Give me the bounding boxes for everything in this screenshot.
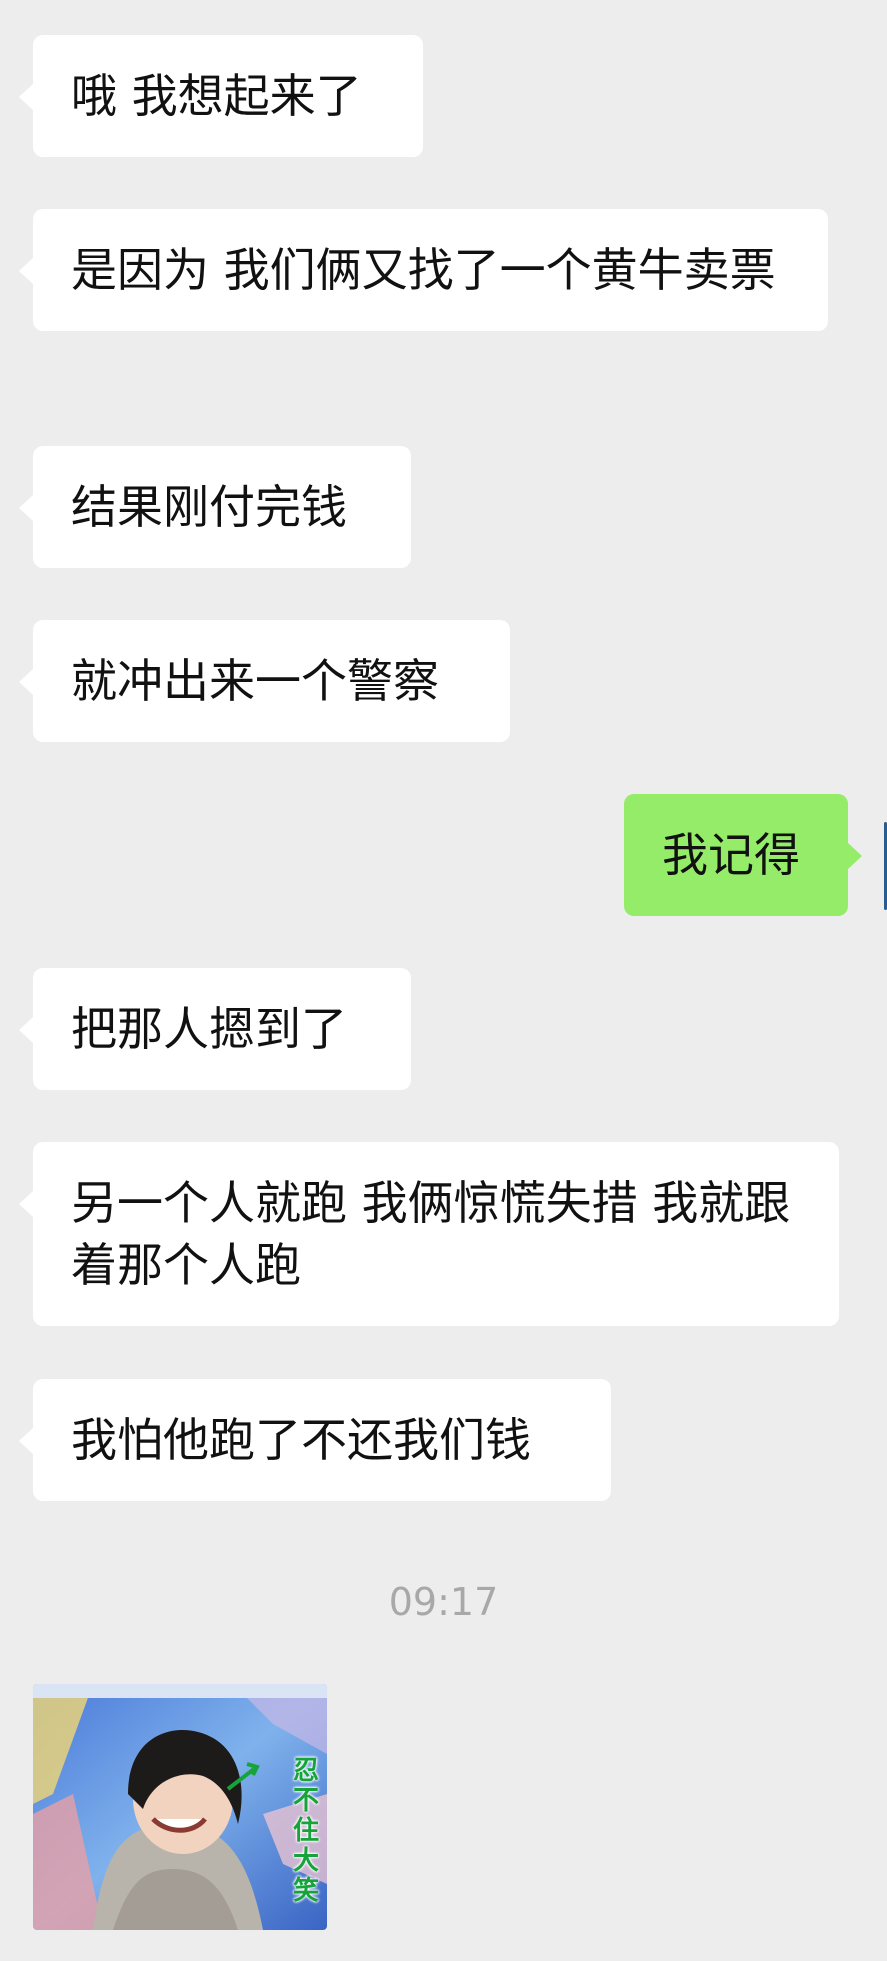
message-timestamp: 09:17 xyxy=(388,1580,499,1624)
sticker-image[interactable]: 忍不住大笑 xyxy=(33,1684,327,1930)
message-bubble-received[interactable]: 哦 我想起来了 xyxy=(19,35,423,157)
message-bubble-received[interactable]: 就冲出来一个警察 xyxy=(19,620,510,742)
message-bubble-sent[interactable]: 我记得 xyxy=(624,794,862,916)
message-bubble-received[interactable]: 另一个人就跑 我俩惊慌失措 我就跟着那个人跑 xyxy=(19,1142,839,1326)
message-bubble-received[interactable]: 把那人摁到了 xyxy=(19,968,411,1090)
chat-message-area[interactable]: 哦 我想起来了 是因为 我们俩又找了一个黄牛卖票 结果刚付完钱 就冲出来一个警察… xyxy=(0,0,887,1961)
sticker-illustration xyxy=(33,1684,327,1930)
message-bubble-received[interactable]: 我怕他跑了不还我们钱 xyxy=(19,1379,611,1501)
message-bubble-received[interactable]: 结果刚付完钱 xyxy=(19,446,411,568)
message-bubble-received[interactable]: 是因为 我们俩又找了一个黄牛卖票 xyxy=(19,209,828,331)
sticker-caption: 忍不住大笑 xyxy=(292,1756,319,1906)
